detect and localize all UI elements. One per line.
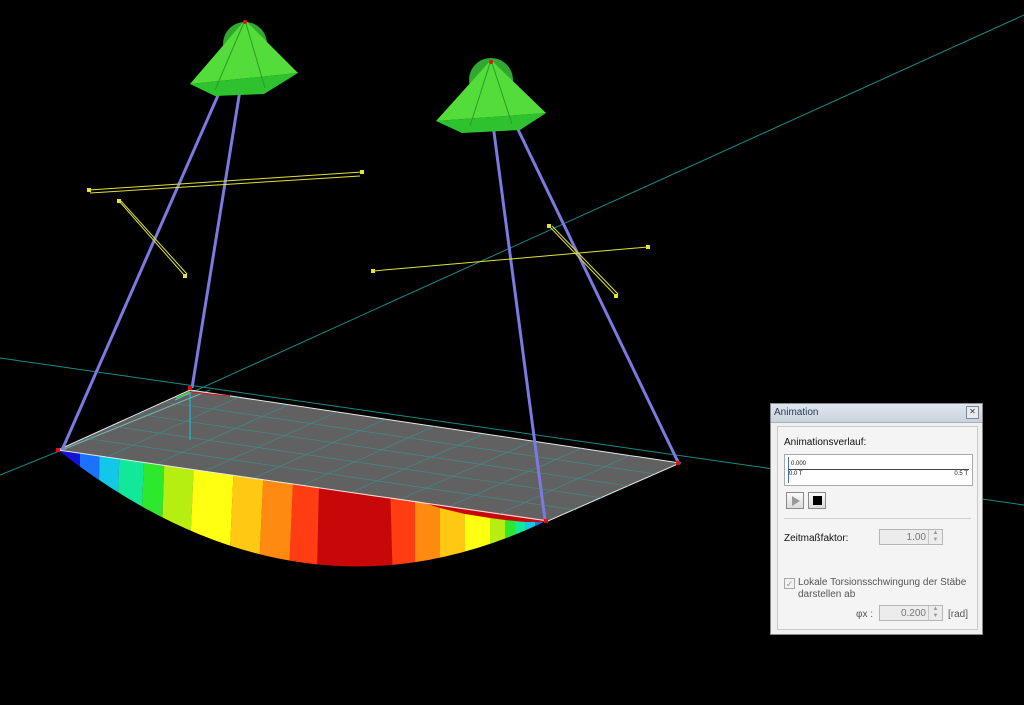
torsion-label-line1: Lokale Torsionsschwingung der Stäbe: [798, 577, 967, 588]
support-left[interactable]: [190, 19, 298, 96]
stop-button[interactable]: [808, 492, 826, 509]
stepper-arrows-icon[interactable]: ▲ ▼: [928, 530, 942, 544]
time-scale-value: 1.00: [906, 532, 926, 543]
phi-stepper[interactable]: 0.200 ▲ ▼: [879, 605, 943, 621]
animation-history-track[interactable]: 0.000 0.0 T 0.5 T: [784, 454, 973, 486]
time-scale-stepper[interactable]: 1.00 ▲ ▼: [879, 529, 943, 545]
play-icon: [792, 496, 800, 506]
phi-unit: [rad]: [948, 609, 969, 620]
time-scale-label: Zeitmaßfaktor:: [784, 533, 849, 544]
timeline-axis: [788, 469, 969, 470]
time-marker[interactable]: [788, 457, 789, 483]
history-end-label: 0.5 T: [954, 471, 968, 477]
support-right[interactable]: [436, 58, 546, 133]
phi-value: 0.200: [900, 608, 926, 619]
torsion-label-line2: darstellen ab: [798, 589, 856, 600]
yellow-members[interactable]: [88, 171, 649, 297]
torsion-checkbox[interactable]: ✓: [784, 578, 795, 589]
animation-settings-group: Animationsverlauf: 0.000 0.0 T 0.5 T Zei…: [777, 426, 978, 630]
stepper-arrows-icon[interactable]: ▲ ▼: [928, 606, 942, 620]
animation-panel-title: Animation: [774, 407, 819, 418]
stop-icon: [813, 496, 822, 505]
history-current-value: 0.000: [791, 461, 807, 467]
phi-label: φx :: [856, 609, 874, 620]
global-axis-line: [174, 14, 1024, 401]
history-start-label: 0.0 T: [789, 471, 803, 477]
history-label: Animationsverlauf:: [784, 437, 867, 448]
divider: [784, 518, 971, 519]
member-nodes: [87, 170, 650, 298]
play-button[interactable]: [786, 492, 804, 509]
animation-panel-titlebar[interactable]: Animation ✕: [771, 404, 982, 423]
animation-panel[interactable]: Animation ✕ Animationsverlauf: 0.000 0.0…: [770, 403, 983, 635]
close-icon[interactable]: ✕: [966, 406, 979, 419]
